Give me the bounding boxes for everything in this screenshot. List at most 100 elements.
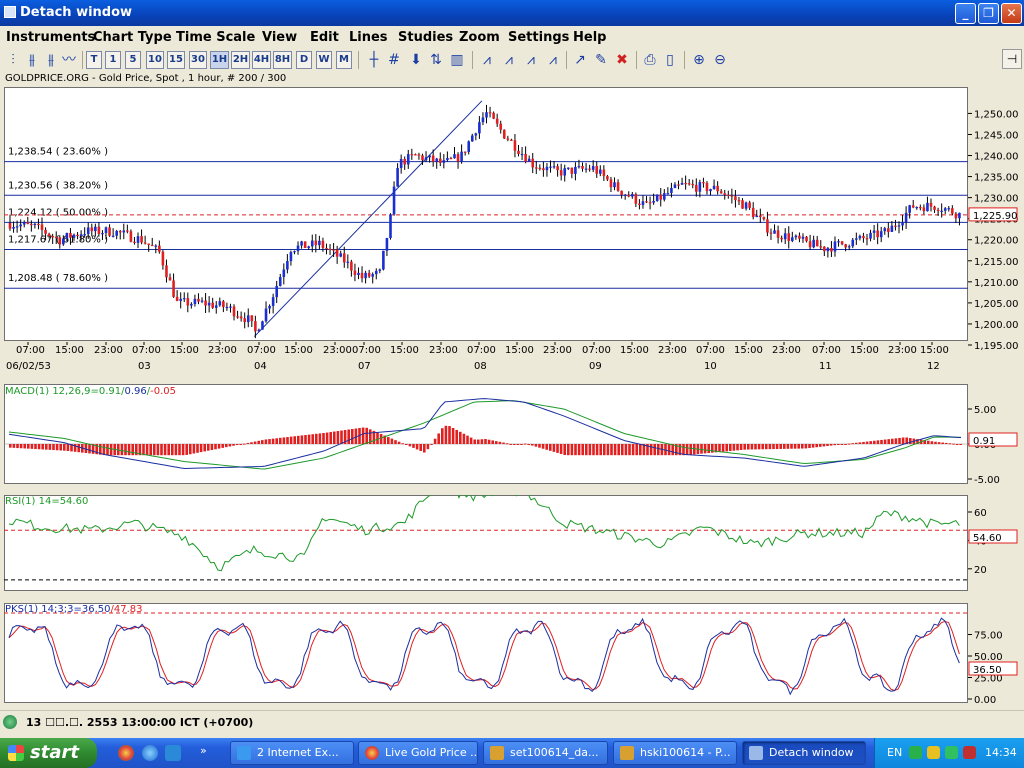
menu-zoom[interactable]: Zoom (459, 30, 500, 45)
language-indicator[interactable]: EN (887, 746, 902, 759)
volume-icon[interactable]: ▥ (448, 51, 466, 69)
macd-hist-bar (437, 433, 440, 444)
desktop-icon[interactable] (165, 745, 181, 761)
candle-body (51, 236, 54, 238)
grid-icon[interactable]: # (385, 51, 403, 69)
candle-body (837, 241, 840, 243)
menu-help[interactable]: Help (573, 30, 606, 45)
timeframe-w-button[interactable]: W (316, 51, 332, 69)
restore-button[interactable]: ❐ (978, 3, 999, 24)
menu-chart-type[interactable]: Chart Type (93, 30, 172, 45)
title-bar[interactable]: Detach window _ ❐ ✕ (0, 0, 1024, 26)
date-tick-label: 06/02/53 (6, 361, 51, 372)
candle-body (62, 238, 65, 245)
pks-chart[interactable] (4, 603, 968, 703)
pks-label: PKS(1) 14;3;3=36.50/47.83 (5, 604, 143, 615)
menu-lines[interactable]: Lines (349, 30, 388, 45)
line-chart-icon[interactable]: 〰 (60, 51, 78, 69)
candle-chart-2-icon[interactable]: ⫵ (42, 51, 60, 69)
fib-retracement-icon[interactable]: ⩘ (522, 51, 540, 69)
trend-line-icon[interactable]: ⩘ (478, 51, 496, 69)
macd-panel[interactable] (4, 384, 968, 484)
candle-body (488, 112, 492, 114)
timeframe-t-button[interactable]: T (86, 51, 102, 69)
timeframe-8h-button[interactable]: 8H (273, 51, 292, 69)
menu-settings[interactable]: Settings (508, 30, 569, 45)
task-hski100614[interactable]: hski100614 - P... (613, 741, 737, 765)
candle-body (698, 182, 702, 192)
timeframe-1h-button[interactable]: 1H (210, 51, 229, 69)
print-preview-icon[interactable]: ▯ (661, 51, 679, 69)
channel-icon[interactable]: ⩘ (544, 51, 562, 69)
rsi-chart[interactable] (4, 495, 968, 591)
macd-hist-bar (725, 444, 728, 452)
task-detach-window[interactable]: Detach window (742, 741, 866, 765)
start-button[interactable]: start (0, 738, 97, 768)
parallel-lines-icon[interactable]: ⩘ (500, 51, 518, 69)
timeframe-2h-button[interactable]: 2H (231, 51, 250, 69)
price-chart[interactable]: 1,238.54 ( 23.60% ) 1,230.56 ( 38.20% ) 1,… (4, 87, 1022, 377)
bar-spacing-icon[interactable]: ⇅ (427, 51, 445, 69)
pks-panel[interactable] (4, 603, 968, 703)
zoom-out-icon[interactable]: ⊖ (711, 51, 729, 69)
crosshair-icon[interactable]: ┼ (365, 51, 383, 69)
quicklaunch-more-icon[interactable]: » (200, 744, 207, 757)
task-live-gold-price[interactable]: Live Gold Price ... (358, 741, 478, 765)
candle-chart-icon[interactable]: ⫵ (23, 51, 41, 69)
candle-body (222, 301, 225, 308)
candle-body (446, 157, 449, 161)
candle-body (652, 201, 655, 203)
timeframe-1-button[interactable]: 1 (105, 51, 121, 69)
menu-instruments[interactable]: Instruments (6, 30, 95, 45)
data-window-icon[interactable]: ⬇ (407, 51, 425, 69)
eraser-icon[interactable]: ✎ (592, 51, 610, 69)
rsi-panel[interactable] (4, 495, 968, 591)
timeframe-4h-button[interactable]: 4H (252, 51, 271, 69)
network-icon[interactable] (909, 746, 922, 759)
timeframe-15-button[interactable]: 15 (167, 51, 185, 69)
close-button[interactable]: ✕ (1001, 3, 1022, 24)
window-task-icon (749, 746, 763, 760)
macd-hist-bar (203, 444, 206, 452)
task-set100614[interactable]: set100614_da... (483, 741, 608, 765)
pin-icon[interactable]: ⊣ (1002, 49, 1022, 69)
candle-body (271, 297, 275, 306)
macd-hist-bar (865, 441, 869, 444)
bar-chart-icon[interactable]: ⫶ (4, 51, 22, 69)
minimize-button[interactable]: _ (955, 3, 976, 24)
candle-body (275, 286, 278, 298)
timeframe-d-button[interactable]: D (296, 51, 312, 69)
candle-body (598, 169, 602, 174)
menu-edit[interactable]: Edit (310, 30, 339, 45)
select-line-icon[interactable]: ↗ (571, 51, 589, 69)
menu-studies[interactable]: Studies (398, 30, 453, 45)
delete-lines-icon[interactable]: ✖ (613, 51, 631, 69)
timeframe-5-button[interactable]: 5 (125, 51, 141, 69)
macd-chart[interactable] (4, 384, 968, 484)
tray-app-icon[interactable] (927, 746, 940, 759)
timeframe-30-button[interactable]: 30 (189, 51, 207, 69)
macd-hist-bar (862, 441, 865, 444)
macd-hist-bar (405, 444, 408, 445)
macd-hist-bar (671, 444, 674, 456)
candle-body (154, 245, 158, 247)
task-internet-explorer[interactable]: 2 Internet Ex... (230, 741, 354, 765)
zoom-in-icon[interactable]: ⊕ (690, 51, 708, 69)
menu-time-scale[interactable]: Time Scale (176, 30, 255, 45)
tray-alert-icon[interactable] (963, 746, 976, 759)
timeframe-m-button[interactable]: M (336, 51, 352, 69)
macd-hist-bar (412, 444, 415, 448)
candle-body (915, 206, 919, 209)
candle-body (798, 235, 801, 239)
menu-view[interactable]: View (262, 30, 297, 45)
ie-icon[interactable] (142, 745, 158, 761)
signal-icon[interactable] (945, 746, 958, 759)
chrome-icon[interactable] (118, 745, 134, 761)
price-panel[interactable]: 1,238.54 ( 23.60% ) 1,230.56 ( 38.20% ) 1,… (4, 87, 968, 341)
candle-body (627, 194, 631, 197)
print-icon[interactable]: ⎙ (641, 51, 659, 69)
time-tick-label: 07:00 (467, 345, 496, 356)
candle-body (634, 194, 638, 204)
timeframe-10-button[interactable]: 10 (146, 51, 164, 69)
candle-body (872, 230, 876, 233)
